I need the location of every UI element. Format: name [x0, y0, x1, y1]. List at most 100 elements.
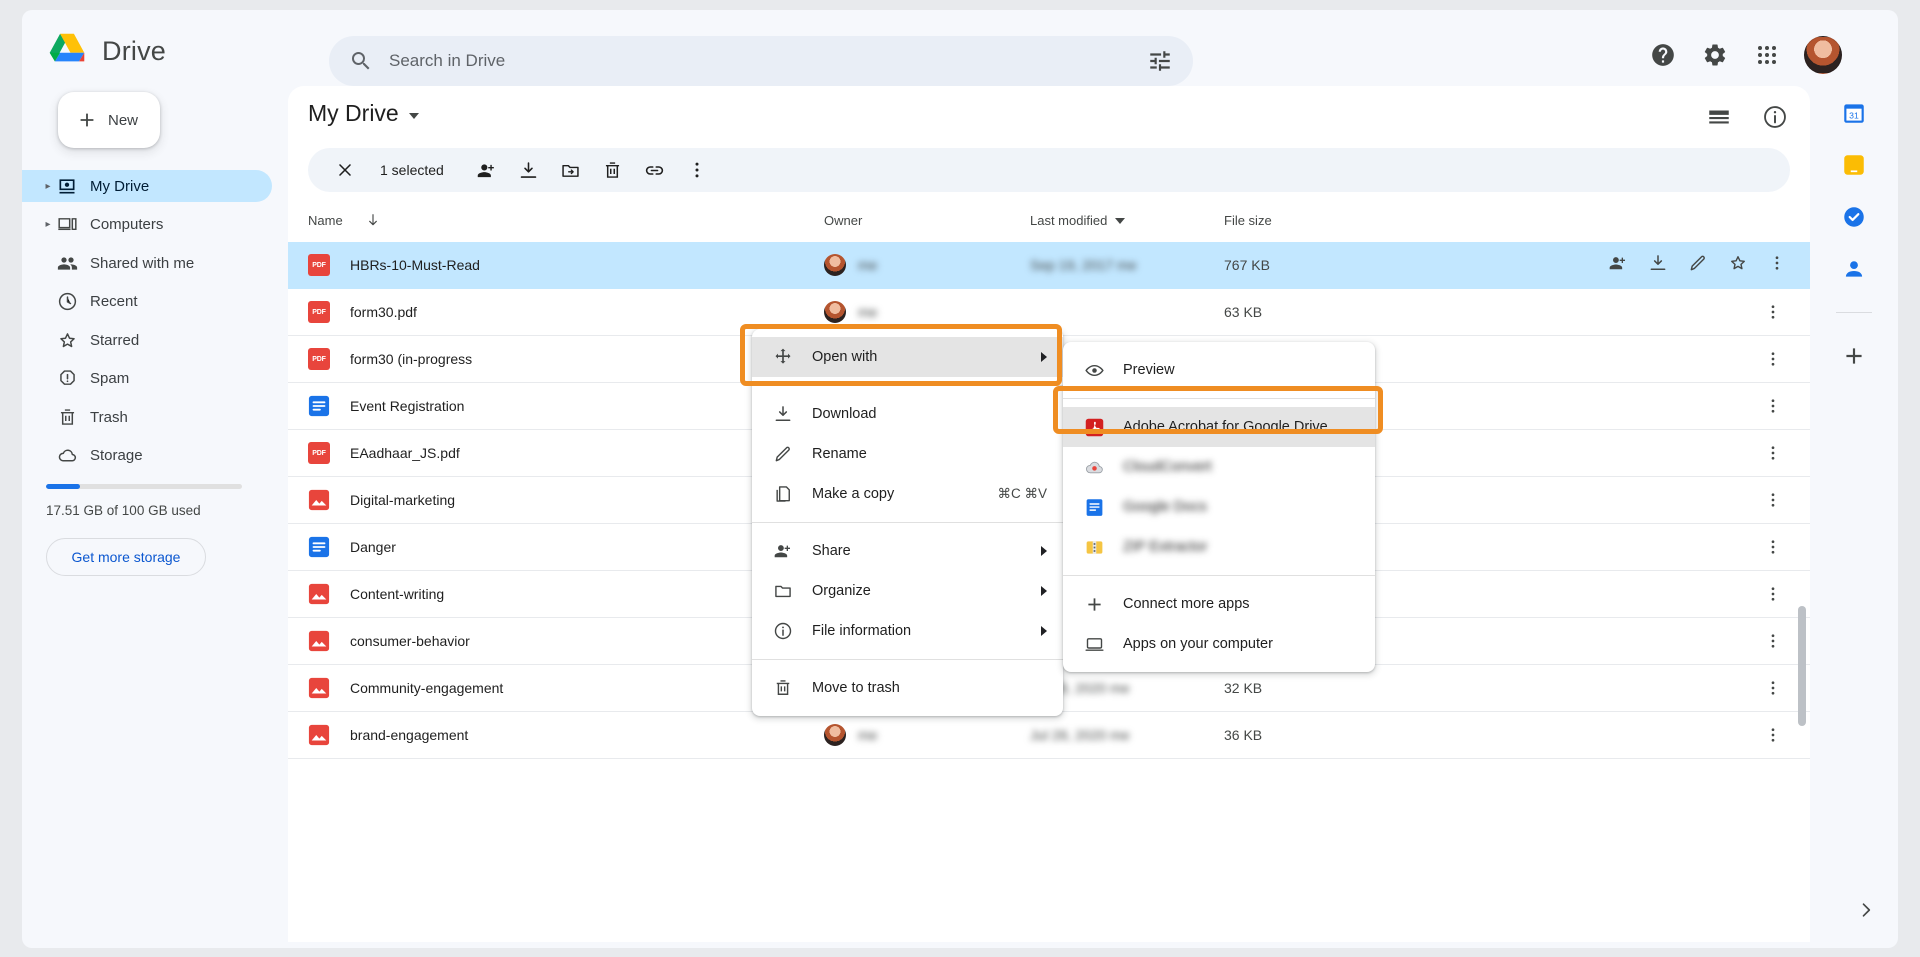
info-icon[interactable] — [1762, 104, 1788, 135]
contacts-icon[interactable] — [1841, 256, 1867, 282]
sidebar-item-starred[interactable]: Starred — [22, 324, 272, 356]
expand-panel-icon[interactable] — [1856, 900, 1878, 922]
column-header-last-modified[interactable]: Last modified — [1030, 213, 1224, 228]
submenu-item-connect-more-apps[interactable]: Connect more apps — [1063, 584, 1375, 624]
help-icon[interactable] — [1648, 40, 1678, 70]
menu-item-share[interactable]: Share — [752, 531, 1063, 571]
tune-icon[interactable] — [1147, 48, 1173, 74]
chevron-right-icon — [1041, 546, 1047, 556]
submenu-item-preview[interactable]: Preview — [1063, 350, 1375, 390]
submenu-item-adobe-acrobat[interactable]: Adobe Acrobat for Google Drive — [1063, 407, 1375, 447]
menu-item-rename[interactable]: Rename — [752, 434, 1063, 474]
row-actions — [1374, 299, 1786, 325]
more-icon[interactable] — [1760, 393, 1786, 419]
get-more-storage-button[interactable]: Get more storage — [46, 538, 206, 576]
close-icon[interactable] — [324, 149, 366, 191]
rail-divider — [1836, 312, 1872, 313]
more-icon[interactable] — [1768, 254, 1786, 277]
search-bar[interactable] — [329, 36, 1193, 86]
column-header-file-size[interactable]: File size — [1224, 213, 1786, 228]
pdf-file-icon: PDF — [308, 301, 330, 323]
sidebar-item-label: My Drive — [90, 178, 149, 195]
file-name: Community-engagement — [350, 680, 503, 696]
menu-item-label: Download — [812, 406, 1047, 422]
share-icon[interactable] — [466, 149, 508, 191]
edit-icon — [772, 443, 794, 465]
file-name-cell: Event Registration — [308, 395, 824, 417]
image-file-icon — [308, 724, 330, 746]
more-icon[interactable] — [1760, 534, 1786, 560]
column-header-owner[interactable]: Owner — [824, 213, 1030, 228]
column-header-name[interactable]: Name — [308, 212, 824, 228]
avatar[interactable] — [1804, 36, 1842, 74]
edit-icon[interactable] — [1688, 253, 1708, 278]
sidebar-item-recent[interactable]: Recent — [22, 286, 272, 318]
search-icon — [349, 49, 373, 73]
add-app-icon[interactable] — [1841, 343, 1867, 369]
search-input[interactable] — [389, 51, 1147, 71]
keep-icon[interactable] — [1841, 152, 1867, 178]
more-icon[interactable] — [676, 149, 718, 191]
chevron-right-icon[interactable]: ▸ — [40, 181, 56, 192]
owner-avatar — [824, 301, 846, 323]
gear-icon[interactable] — [1700, 40, 1730, 70]
calendar-icon[interactable]: 31 — [1841, 100, 1867, 126]
file-name-cell: PDF EAadhaar_JS.pdf — [308, 442, 824, 464]
vertical-scrollbar[interactable] — [1798, 606, 1806, 726]
submenu-item-zip-extractor[interactable]: ZIP Extractor — [1063, 527, 1375, 567]
menu-item-file-information[interactable]: File information — [752, 611, 1063, 651]
drive-brand[interactable]: Drive — [46, 32, 166, 70]
download-icon[interactable] — [508, 149, 550, 191]
submenu-item-label: Connect more apps — [1123, 596, 1359, 612]
sidebar-item-computers[interactable]: ▸ Computers — [22, 209, 272, 241]
more-icon[interactable] — [1760, 299, 1786, 325]
pdf-file-icon: PDF — [308, 442, 330, 464]
sidebar-item-my-drive[interactable]: ▸ My Drive — [22, 170, 272, 202]
menu-item-open-with[interactable]: Open with — [752, 337, 1063, 377]
breadcrumb[interactable]: My Drive — [308, 100, 419, 127]
more-icon[interactable] — [1760, 346, 1786, 372]
apps-grid-icon[interactable] — [1752, 40, 1782, 70]
more-icon[interactable] — [1760, 628, 1786, 654]
chevron-right-icon — [1041, 586, 1047, 596]
sidebar-item-trash[interactable]: Trash — [22, 401, 272, 433]
submenu-item-cloudconvert[interactable]: CloudConvert — [1063, 447, 1375, 487]
menu-item-organize[interactable]: Organize — [752, 571, 1063, 611]
submenu-item-google-docs[interactable]: Google Docs — [1063, 487, 1375, 527]
table-row[interactable]: PDF HBRs-10-Must-Read me Sep 19, 2017 me… — [288, 242, 1810, 289]
clock-icon — [56, 291, 78, 313]
menu-item-download[interactable]: Download — [752, 394, 1063, 434]
table-row[interactable]: brand-engagement me Jul 28, 2020 me 36 K… — [288, 712, 1810, 759]
svg-text:31: 31 — [1849, 110, 1859, 120]
sort-arrow-down-icon — [365, 212, 381, 228]
pdf-file-icon: PDF — [308, 254, 330, 276]
owner-name: me — [858, 257, 877, 273]
file-size-cell: 36 KB — [1224, 727, 1374, 743]
sidebar-item-shared-with-me[interactable]: Shared with me — [22, 247, 272, 279]
file-name-cell: Content-writing — [308, 583, 824, 605]
download-icon[interactable] — [1648, 253, 1668, 278]
submenu-item-apps-on-your-computer[interactable]: Apps on your computer — [1063, 624, 1375, 664]
star-icon[interactable] — [1728, 253, 1748, 278]
new-button[interactable]: New — [58, 92, 160, 148]
chevron-down-icon[interactable] — [409, 113, 419, 119]
more-icon[interactable] — [1760, 581, 1786, 607]
sidebar-item-storage[interactable]: Storage — [22, 440, 272, 472]
more-icon[interactable] — [1760, 440, 1786, 466]
grid-view-icon[interactable] — [1706, 104, 1732, 135]
menu-item-move-to-trash[interactable]: Move to trash — [752, 668, 1063, 708]
more-icon[interactable] — [1760, 722, 1786, 748]
menu-item-make-a-copy[interactable]: Make a copy ⌘C ⌘V — [752, 474, 1063, 514]
sidebar-item-spam[interactable]: Spam — [22, 363, 272, 395]
chevron-right-icon[interactable]: ▸ — [40, 219, 56, 230]
spam-icon — [56, 368, 78, 390]
trash-icon[interactable] — [592, 149, 634, 191]
file-modified-cell: Jul 28, 2020 me — [1030, 727, 1224, 743]
sidebar-item-label: Recent — [90, 293, 138, 310]
more-icon[interactable] — [1760, 675, 1786, 701]
more-icon[interactable] — [1760, 487, 1786, 513]
share-icon[interactable] — [1608, 253, 1628, 278]
tasks-icon[interactable] — [1841, 204, 1867, 230]
move-icon[interactable] — [550, 149, 592, 191]
link-icon[interactable] — [634, 149, 676, 191]
